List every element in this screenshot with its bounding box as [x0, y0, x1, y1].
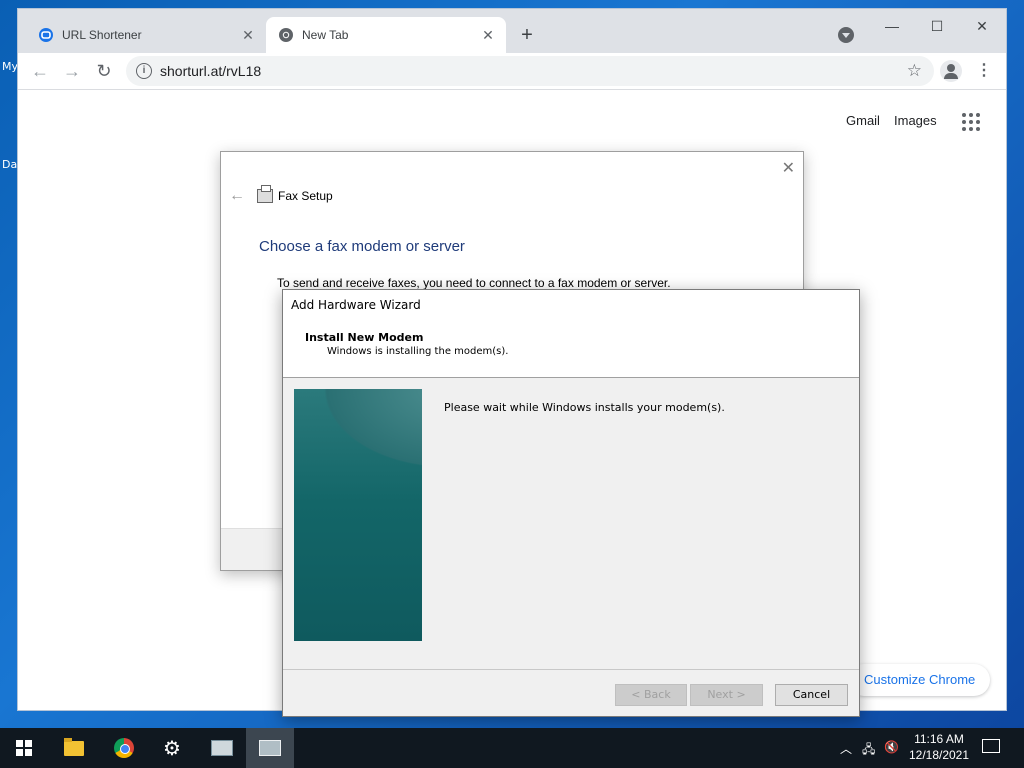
site-info-icon[interactable]: i: [136, 63, 152, 79]
images-link[interactable]: Images: [894, 113, 937, 128]
clock[interactable]: 11:16 AM 12/18/2021: [900, 731, 978, 763]
settings-button[interactable]: ⚙: [148, 728, 196, 768]
clock-date: 12/18/2021: [908, 748, 970, 762]
gear-icon: ⚙: [163, 737, 181, 760]
clock-time: 11:16 AM: [914, 732, 964, 746]
address-bar[interactable]: i shorturl.at/rvL18 ☆: [126, 56, 934, 86]
hardware-wizard-taskbar-button[interactable]: [198, 728, 246, 768]
chrome-taskbar-button[interactable]: [100, 728, 148, 768]
desktop-icon-label[interactable]: Da: [2, 158, 17, 171]
bookmark-star-icon[interactable]: ☆: [907, 61, 922, 81]
menu-kebab-icon[interactable]: ⋮: [976, 61, 992, 81]
file-explorer-button[interactable]: [50, 728, 98, 768]
start-button[interactable]: [0, 728, 48, 768]
back-button[interactable]: < Back: [615, 684, 687, 706]
notifications-icon[interactable]: [982, 739, 1000, 753]
maximize-button[interactable]: ☐: [915, 15, 959, 39]
tab-new-tab[interactable]: New Tab ✕: [266, 17, 506, 53]
folder-icon: [64, 737, 84, 756]
monitor-icon: [211, 740, 233, 756]
cancel-button[interactable]: Cancel: [775, 684, 848, 706]
profile-avatar-icon[interactable]: [940, 60, 962, 82]
wizard-header-subtitle: Windows is installing the modem(s).: [327, 346, 509, 357]
back-arrow-icon[interactable]: ←: [229, 187, 245, 205]
wizard-banner-image: [294, 389, 422, 641]
tab-title: URL Shortener: [62, 28, 142, 42]
desktop-icon-label[interactable]: My: [2, 60, 18, 73]
chevron-up-icon[interactable]: ︿: [840, 740, 852, 757]
forward-icon[interactable]: →: [60, 59, 84, 83]
wizard-title: Add Hardware Wizard: [283, 290, 859, 320]
add-hardware-wizard: Add Hardware Wizard Install New Modem Wi…: [282, 289, 860, 717]
fax-icon: [259, 740, 281, 756]
close-icon[interactable]: ✕: [782, 158, 795, 178]
new-tab-button[interactable]: +: [516, 25, 538, 47]
tab-title: New Tab: [302, 28, 349, 42]
gmail-link[interactable]: Gmail: [846, 113, 880, 128]
wizard-header-title: Install New Modem: [305, 331, 424, 344]
close-window-button[interactable]: ✕: [960, 15, 1004, 39]
next-button[interactable]: Next >: [690, 684, 763, 706]
minimize-button[interactable]: —: [870, 15, 914, 39]
taskbar: ⚙ ︿ 🖧 🔇 11:16 AM 12/18/2021: [0, 728, 1024, 768]
wizard-header: Install New Modem Windows is installing …: [283, 320, 859, 378]
tab-search-icon[interactable]: [838, 27, 854, 43]
divider: [283, 669, 859, 670]
close-tab-icon[interactable]: ✕: [480, 27, 496, 43]
close-tab-icon[interactable]: ✕: [240, 27, 256, 43]
address-text[interactable]: shorturl.at/rvL18: [160, 63, 261, 79]
reload-icon[interactable]: ↻: [92, 59, 116, 83]
chrome-icon: [114, 738, 134, 758]
browser-toolbar: ← → ↻ i shorturl.at/rvL18 ☆ ⋮: [18, 53, 1006, 90]
tab-strip: URL Shortener ✕ New Tab ✕ + — ☐ ✕: [18, 9, 1006, 53]
volume-muted-icon[interactable]: 🔇: [884, 740, 899, 754]
tab-url-shortener[interactable]: URL Shortener ✕: [26, 17, 266, 53]
url-shortener-icon: [38, 27, 54, 43]
google-apps-icon[interactable]: [962, 113, 980, 131]
chrome-icon: [278, 27, 294, 43]
wizard-message: Please wait while Windows installs your …: [444, 401, 725, 414]
dialog-description: To send and receive faxes, you need to c…: [277, 276, 671, 290]
fax-taskbar-button[interactable]: [246, 728, 294, 768]
customize-chrome-button[interactable]: Customize Chrome: [848, 664, 990, 696]
back-icon[interactable]: ←: [28, 59, 52, 83]
network-icon[interactable]: 🖧: [862, 740, 875, 761]
dialog-title: Fax Setup: [278, 189, 333, 203]
windows-logo-icon: [16, 740, 32, 756]
fax-icon: [257, 185, 273, 203]
dialog-heading: Choose a fax modem or server: [259, 238, 465, 255]
